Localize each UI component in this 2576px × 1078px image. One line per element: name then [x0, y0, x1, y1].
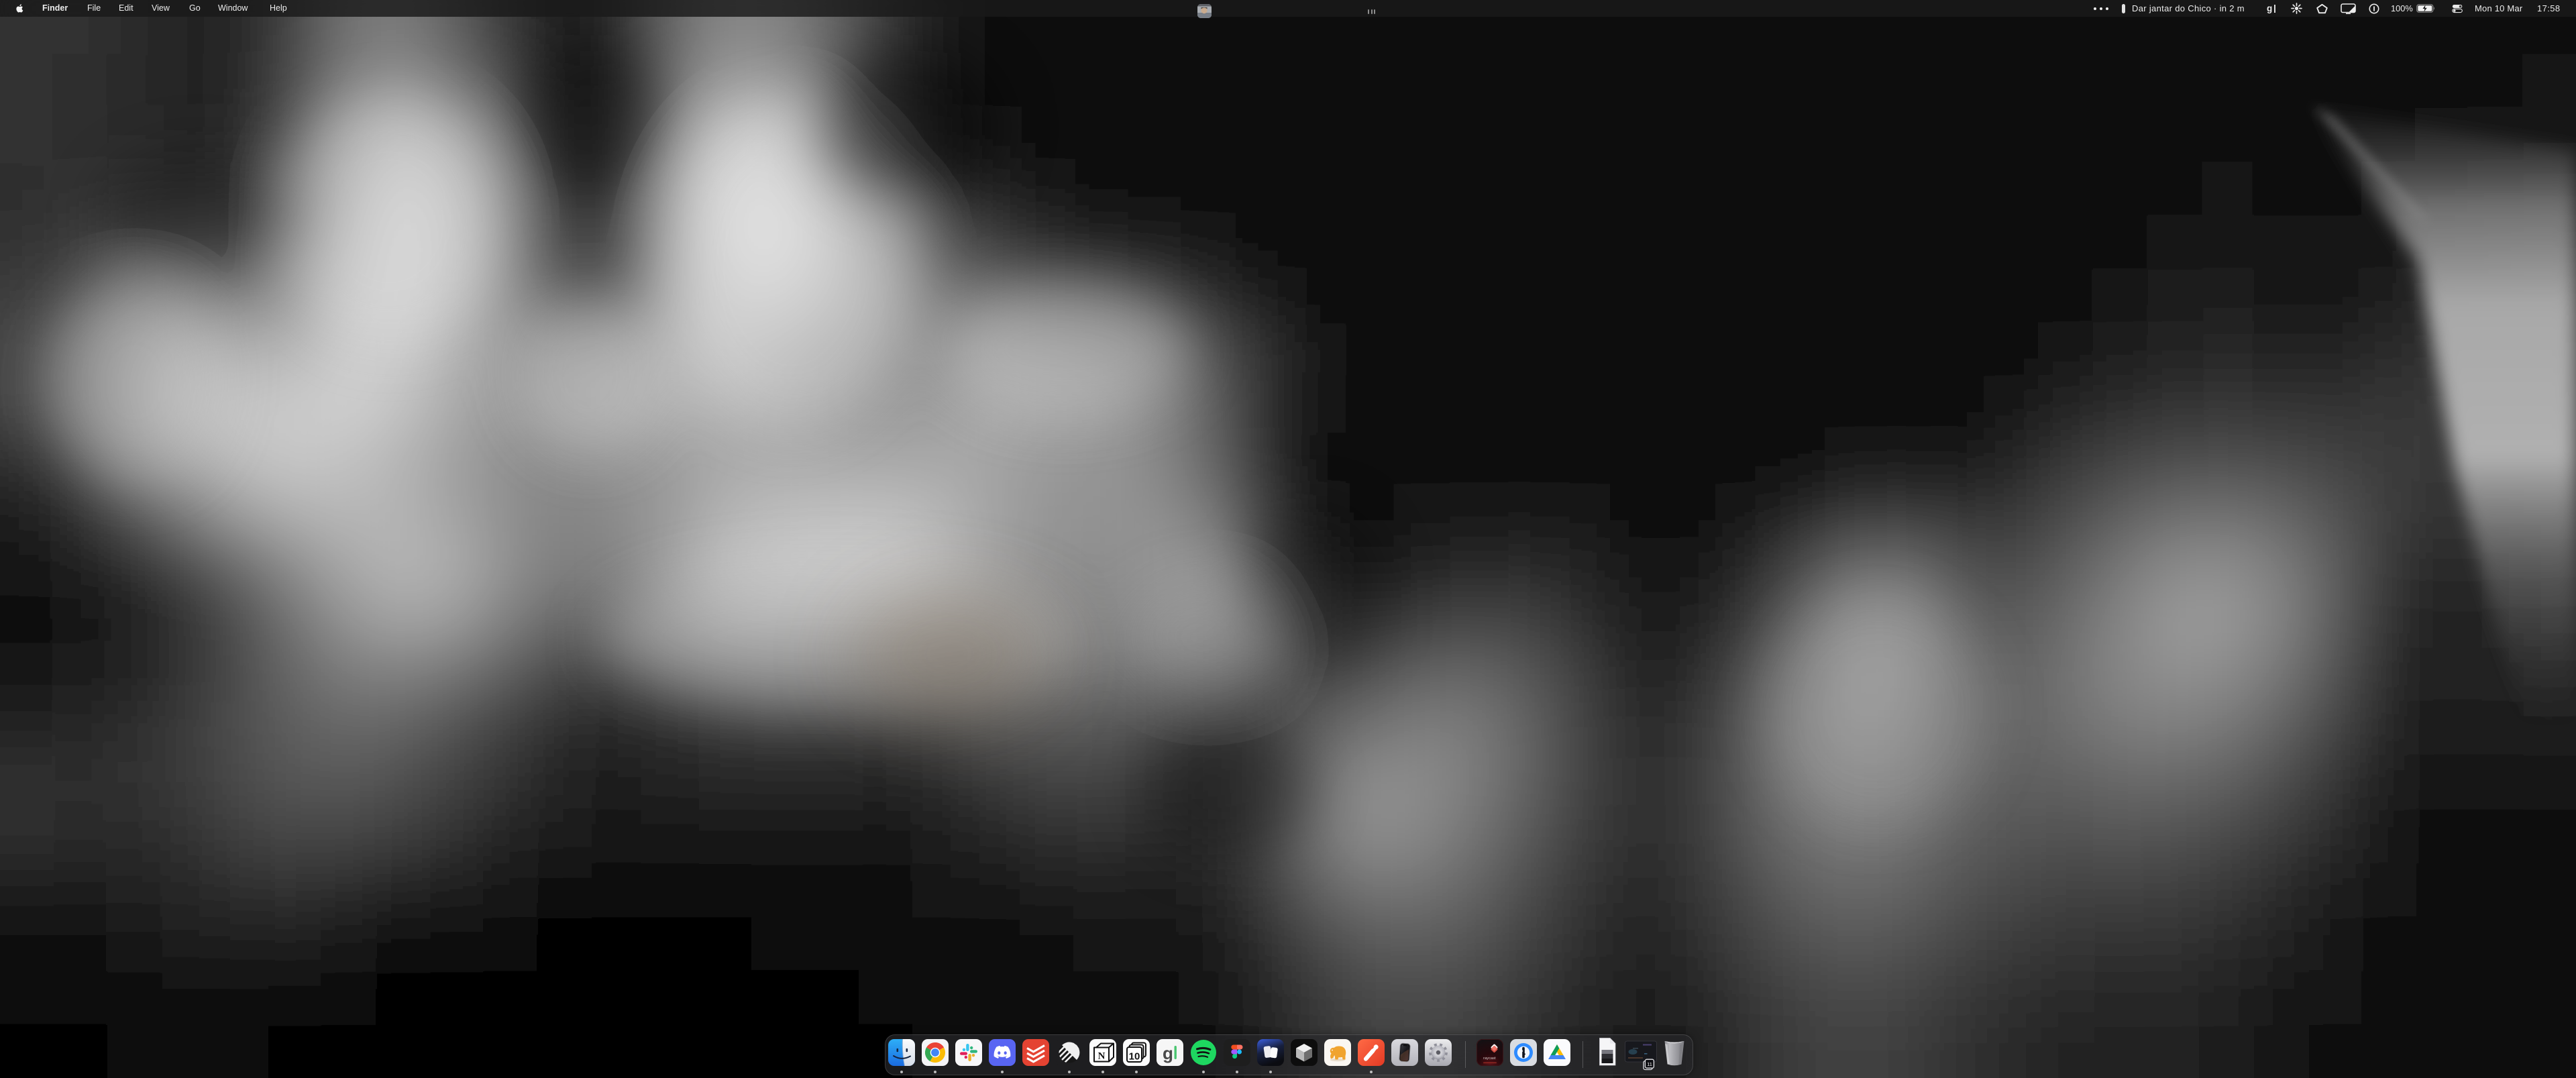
svg-text:10: 10: [1129, 1051, 1140, 1063]
svg-text:11: 11: [1647, 1061, 1652, 1067]
svg-text:g: g: [1163, 1043, 1173, 1063]
svg-text:raycast: raycast: [1483, 1057, 1496, 1061]
svg-text:N: N: [1098, 1051, 1106, 1062]
